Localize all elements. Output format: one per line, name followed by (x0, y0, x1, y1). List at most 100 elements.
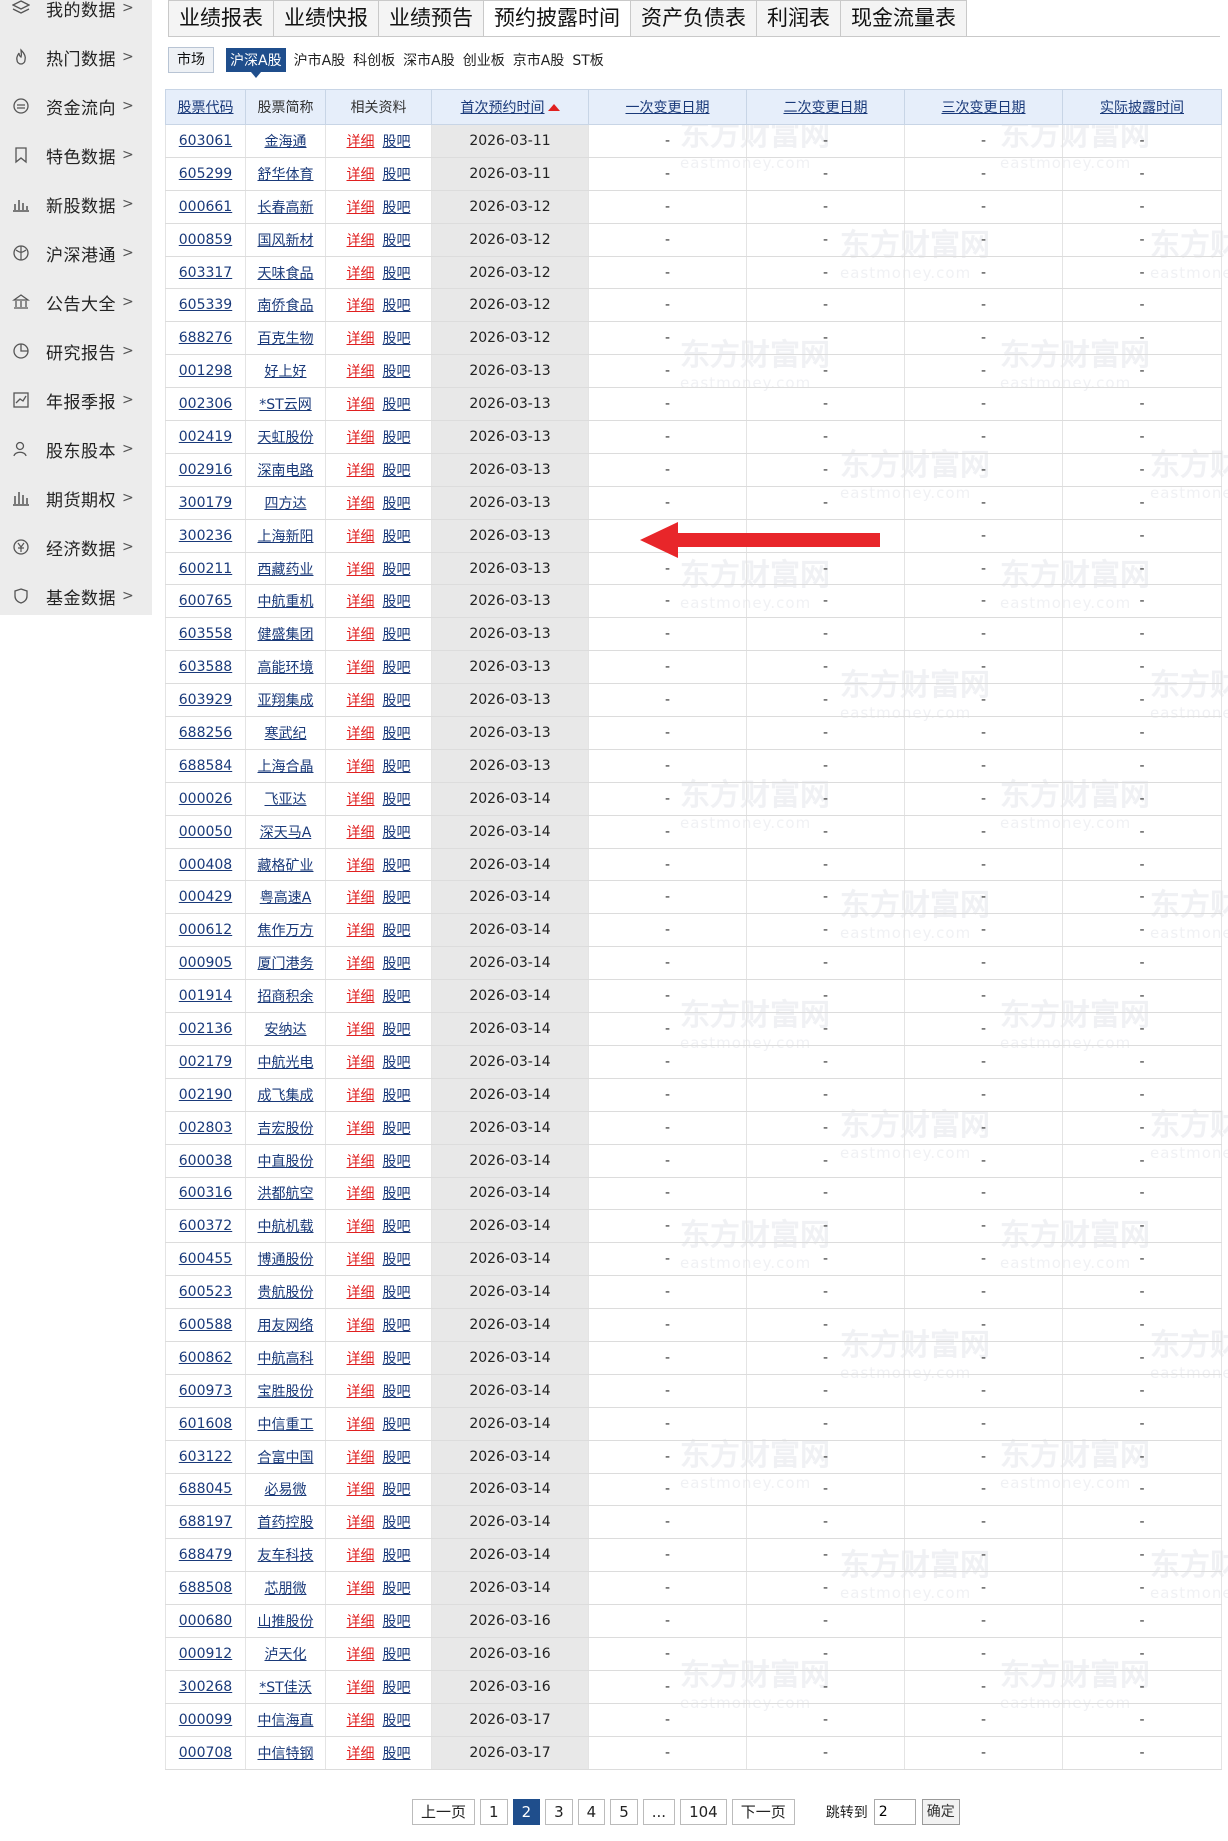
stock-name-link[interactable]: *ST云网 (259, 397, 311, 413)
detail-link[interactable]: 详细 (347, 1746, 375, 1762)
guba-link[interactable]: 股吧 (383, 266, 411, 282)
guba-link[interactable]: 股吧 (383, 134, 411, 150)
prev-page-button[interactable]: 上一页 (412, 1799, 476, 1825)
guba-link[interactable]: 股吧 (383, 529, 411, 545)
market-option-6[interactable]: ST板 (572, 50, 603, 70)
stock-name-link[interactable]: 南侨食品 (258, 298, 314, 314)
stock-name-link[interactable]: 贵航股份 (258, 1285, 314, 1301)
sidebar-item-10[interactable]: 期货期权 > (0, 478, 152, 518)
stock-code-link[interactable]: 300268 (179, 1679, 232, 1695)
guba-link[interactable]: 股吧 (383, 562, 411, 578)
tab-6[interactable]: 现金流量表 (841, 0, 967, 37)
stock-name-link[interactable]: 厦门港务 (258, 956, 314, 972)
stock-name-link[interactable]: 山推股份 (258, 1614, 314, 1630)
detail-link[interactable]: 详细 (347, 825, 375, 841)
page-button-0[interactable]: 1 (480, 1799, 508, 1825)
stock-name-link[interactable]: 西藏药业 (258, 562, 314, 578)
detail-link[interactable]: 详细 (347, 364, 375, 380)
stock-code-link[interactable]: 688584 (179, 758, 232, 774)
stock-code-link[interactable]: 688508 (179, 1580, 232, 1596)
guba-link[interactable]: 股吧 (383, 167, 411, 183)
stock-name-link[interactable]: 中直股份 (258, 1154, 314, 1170)
guba-link[interactable]: 股吧 (383, 726, 411, 742)
stock-name-link[interactable]: 中航重机 (258, 594, 314, 610)
stock-code-link[interactable]: 002136 (179, 1021, 232, 1037)
market-option-2[interactable]: 科创板 (353, 50, 395, 70)
page-button-4[interactable]: 5 (610, 1799, 638, 1825)
stock-code-link[interactable]: 001298 (179, 363, 232, 379)
stock-code-link[interactable]: 002306 (179, 396, 232, 412)
stock-name-link[interactable]: 好上好 (265, 364, 307, 380)
detail-link[interactable]: 详细 (347, 1252, 375, 1268)
stock-name-link[interactable]: 上海合晶 (258, 759, 314, 775)
stock-name-link[interactable]: 四方达 (265, 496, 307, 512)
stock-name-link[interactable]: 长春高新 (258, 200, 314, 216)
stock-name-link[interactable]: 博通股份 (258, 1252, 314, 1268)
stock-code-link[interactable]: 300236 (179, 528, 232, 544)
detail-link[interactable]: 详细 (347, 594, 375, 610)
guba-link[interactable]: 股吧 (383, 627, 411, 643)
detail-link[interactable]: 详细 (347, 1713, 375, 1729)
guba-link[interactable]: 股吧 (383, 1055, 411, 1071)
stock-name-link[interactable]: 健盛集团 (258, 627, 314, 643)
guba-link[interactable]: 股吧 (383, 298, 411, 314)
guba-link[interactable]: 股吧 (383, 1351, 411, 1367)
detail-link[interactable]: 详细 (347, 233, 375, 249)
guba-link[interactable]: 股吧 (383, 397, 411, 413)
stock-code-link[interactable]: 002916 (179, 462, 232, 478)
detail-link[interactable]: 详细 (347, 759, 375, 775)
detail-link[interactable]: 详细 (347, 331, 375, 347)
stock-code-link[interactable]: 603588 (179, 659, 232, 675)
stock-code-link[interactable]: 605339 (179, 297, 232, 313)
guba-link[interactable]: 股吧 (383, 364, 411, 380)
detail-link[interactable]: 详细 (347, 726, 375, 742)
stock-code-link[interactable]: 688276 (179, 330, 232, 346)
detail-link[interactable]: 详细 (347, 1285, 375, 1301)
detail-link[interactable]: 详细 (347, 529, 375, 545)
detail-link[interactable]: 详细 (347, 660, 375, 676)
stock-code-link[interactable]: 000905 (179, 955, 232, 971)
stock-code-link[interactable]: 600973 (179, 1383, 232, 1399)
detail-link[interactable]: 详细 (347, 134, 375, 150)
stock-code-link[interactable]: 600588 (179, 1317, 232, 1333)
guba-link[interactable]: 股吧 (383, 430, 411, 446)
stock-code-link[interactable]: 000099 (179, 1712, 232, 1728)
stock-code-link[interactable]: 002190 (179, 1087, 232, 1103)
guba-link[interactable]: 股吧 (383, 1318, 411, 1334)
guba-link[interactable]: 股吧 (383, 1647, 411, 1663)
stock-name-link[interactable]: 国风新材 (258, 233, 314, 249)
detail-link[interactable]: 详细 (347, 989, 375, 1005)
guba-link[interactable]: 股吧 (383, 1154, 411, 1170)
stock-code-link[interactable]: 000408 (179, 857, 232, 873)
stock-name-link[interactable]: 首药控股 (258, 1515, 314, 1531)
guba-link[interactable]: 股吧 (383, 1515, 411, 1531)
tab-4[interactable]: 资产负债表 (631, 0, 757, 37)
guba-link[interactable]: 股吧 (383, 858, 411, 874)
detail-link[interactable]: 详细 (347, 1548, 375, 1564)
guba-link[interactable]: 股吧 (383, 1581, 411, 1597)
stock-code-link[interactable]: 603061 (179, 133, 232, 149)
column-header-6[interactable]: 三次变更日期 (904, 89, 1063, 125)
guba-link[interactable]: 股吧 (383, 693, 411, 709)
stock-name-link[interactable]: 中信海直 (258, 1713, 314, 1729)
stock-name-link[interactable]: 芯朋微 (265, 1581, 307, 1597)
guba-link[interactable]: 股吧 (383, 1219, 411, 1235)
sidebar-item-3[interactable]: 特色数据 > (0, 135, 152, 175)
sidebar-item-7[interactable]: 研究报告 > (0, 331, 152, 371)
stock-code-link[interactable]: 600316 (179, 1185, 232, 1201)
column-header-5[interactable]: 二次变更日期 (746, 89, 905, 125)
page-button-3[interactable]: 4 (577, 1799, 606, 1825)
market-option-1[interactable]: 沪市A股 (294, 50, 346, 70)
stock-name-link[interactable]: 深天马A (260, 825, 312, 841)
guba-link[interactable]: 股吧 (383, 989, 411, 1005)
guba-link[interactable]: 股吧 (383, 759, 411, 775)
stock-code-link[interactable]: 600862 (179, 1350, 232, 1366)
sidebar-item-6[interactable]: 公告大全 > (0, 282, 152, 322)
stock-name-link[interactable]: 亚翔集成 (258, 693, 314, 709)
stock-name-link[interactable]: 焦作万方 (258, 923, 314, 939)
stock-name-link[interactable]: 天味食品 (258, 266, 314, 282)
tab-0[interactable]: 业绩报表 (168, 0, 274, 37)
stock-name-link[interactable]: 藏格矿业 (258, 858, 314, 874)
jump-page-input[interactable] (873, 1799, 916, 1825)
market-option-4[interactable]: 创业板 (463, 50, 505, 70)
